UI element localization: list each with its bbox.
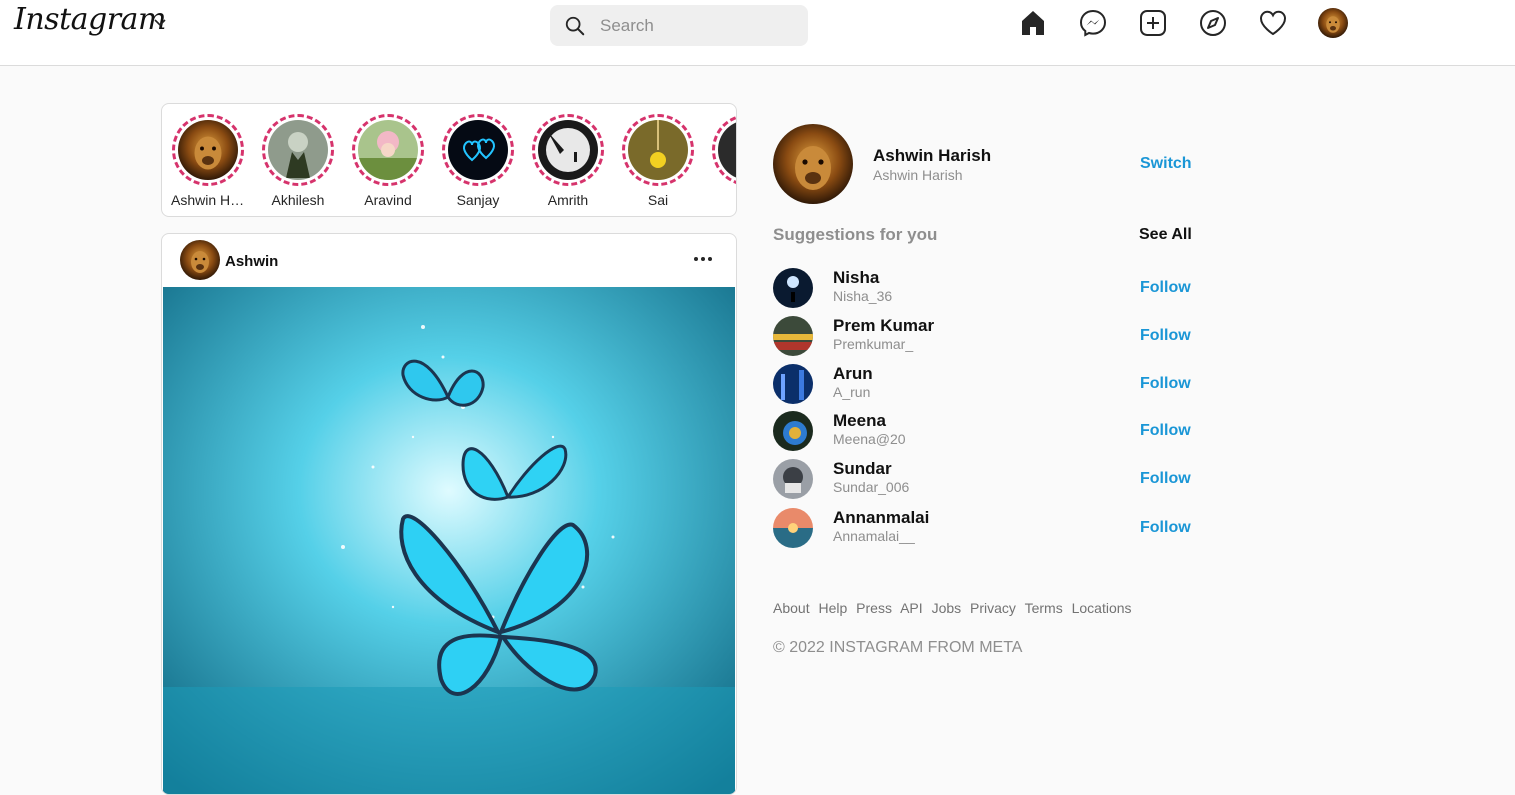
story-username: Day xyxy=(711,192,737,208)
switch-account-button[interactable]: Switch xyxy=(1140,155,1192,173)
suggestion-item: Annanmalai Annamalai__ Follow xyxy=(773,508,1193,550)
new-post-icon[interactable] xyxy=(1138,8,1168,38)
search-icon xyxy=(565,16,585,36)
story-avatar xyxy=(718,120,736,180)
story-ring xyxy=(262,114,334,186)
feed-post: Ashwin xyxy=(161,233,737,795)
story-ring xyxy=(712,114,736,186)
story-ring xyxy=(352,114,424,186)
suggestion-handle: Meena@20 xyxy=(833,431,906,447)
footer-link-terms[interactable]: Terms xyxy=(1025,600,1063,616)
more-options-icon[interactable] xyxy=(692,249,714,269)
footer-link-about[interactable]: About xyxy=(773,600,810,616)
story-avatar xyxy=(538,120,598,180)
story-item[interactable]: Akhilesh xyxy=(259,114,337,208)
home-icon[interactable] xyxy=(1018,8,1048,38)
follow-button[interactable]: Follow xyxy=(1140,519,1191,537)
story-item[interactable]: Day xyxy=(709,114,737,208)
story-ring xyxy=(442,114,514,186)
story-username: Aravind xyxy=(364,192,412,208)
follow-button[interactable]: Follow xyxy=(1140,279,1191,297)
story-ring xyxy=(532,114,604,186)
story-item[interactable]: Amrith xyxy=(529,114,607,208)
suggestion-name[interactable]: Annanmalai xyxy=(833,508,929,528)
suggestion-item: Arun A_run Follow xyxy=(773,364,1193,406)
post-image[interactable] xyxy=(163,287,735,795)
suggestion-avatar[interactable] xyxy=(773,364,813,404)
story-item[interactable]: Sai xyxy=(619,114,697,208)
suggestion-handle: Premkumar_ xyxy=(833,336,914,352)
story-username: Sai xyxy=(647,192,669,208)
story-username: Akhilesh xyxy=(271,192,325,208)
messenger-icon[interactable] xyxy=(1078,8,1108,38)
story-username: Sanjay xyxy=(456,192,500,208)
explore-icon[interactable] xyxy=(1198,8,1228,38)
story-avatar xyxy=(448,120,508,180)
story-item[interactable]: Aravind xyxy=(349,114,427,208)
story-item[interactable]: Ashwin Harish xyxy=(169,114,247,208)
copyright-text: © 2022 INSTAGRAM FROM META xyxy=(773,639,1023,656)
follow-button[interactable]: Follow xyxy=(1140,375,1191,393)
suggestion-handle: Annamalai__ xyxy=(833,528,915,544)
suggestion-handle: A_run xyxy=(833,384,871,400)
suggestion-avatar[interactable] xyxy=(773,459,813,499)
footer-link-help[interactable]: Help xyxy=(818,600,847,616)
story-item[interactable]: Sanjay xyxy=(439,114,517,208)
activity-heart-icon[interactable] xyxy=(1258,8,1288,38)
suggestion-name[interactable]: Meena xyxy=(833,411,886,431)
footer-link-jobs[interactable]: Jobs xyxy=(932,600,962,616)
footer-link-locations[interactable]: Locations xyxy=(1072,600,1132,616)
suggestion-item: Nisha Nisha_36 Follow xyxy=(773,268,1193,310)
search-input[interactable] xyxy=(600,5,800,46)
current-user-avatar[interactable] xyxy=(773,124,853,204)
instagram-logo[interactable]: Instagram xyxy=(14,2,166,37)
story-avatar xyxy=(358,120,418,180)
post-author-username[interactable]: Ashwin xyxy=(225,253,278,270)
profile-avatar[interactable] xyxy=(1318,8,1348,38)
footer-links: About Help Press API Jobs Privacy Terms … xyxy=(773,600,1137,616)
suggestion-item: Sundar Sundar_006 Follow xyxy=(773,459,1193,501)
suggestion-avatar[interactable] xyxy=(773,508,813,548)
post-author-avatar[interactable] xyxy=(180,240,220,280)
footer-link-press[interactable]: Press xyxy=(856,600,892,616)
stories-tray: Ashwin Harish Akhilesh Aravind Sanjay xyxy=(161,103,737,217)
suggestion-name[interactable]: Sundar xyxy=(833,459,892,479)
top-navigation-bar: Instagram xyxy=(0,0,1515,66)
suggestion-avatar[interactable] xyxy=(773,316,813,356)
suggestion-item: Prem Kumar Premkumar_ Follow xyxy=(773,316,1193,358)
suggestion-name[interactable]: Prem Kumar xyxy=(833,316,934,336)
follow-button[interactable]: Follow xyxy=(1140,470,1191,488)
footer-link-privacy[interactable]: Privacy xyxy=(970,600,1016,616)
suggestion-name[interactable]: Arun xyxy=(833,364,873,384)
footer-link-api[interactable]: API xyxy=(900,600,923,616)
suggestion-name[interactable]: Nisha xyxy=(833,268,879,288)
suggestion-handle: Nisha_36 xyxy=(833,288,893,304)
story-username: Amrith xyxy=(547,192,589,208)
story-avatar xyxy=(628,120,688,180)
story-username: Ashwin Harish xyxy=(171,192,245,208)
see-all-link[interactable]: See All xyxy=(1139,226,1192,244)
story-ring xyxy=(172,114,244,186)
story-avatar xyxy=(178,120,238,180)
follow-button[interactable]: Follow xyxy=(1140,422,1191,440)
current-user-handle: Ashwin Harish xyxy=(873,167,963,183)
suggestions-title: Suggestions for you xyxy=(773,225,938,244)
story-ring xyxy=(622,114,694,186)
search-box xyxy=(550,5,808,46)
current-user-name[interactable]: Ashwin Harish xyxy=(873,146,991,166)
chevron-down-icon[interactable] xyxy=(152,14,168,30)
suggestion-item: Meena Meena@20 Follow xyxy=(773,411,1193,453)
suggestion-avatar[interactable] xyxy=(773,268,813,308)
suggestion-handle: Sundar_006 xyxy=(833,479,910,495)
suggestion-avatar[interactable] xyxy=(773,411,813,451)
follow-button[interactable]: Follow xyxy=(1140,327,1191,345)
story-avatar xyxy=(268,120,328,180)
